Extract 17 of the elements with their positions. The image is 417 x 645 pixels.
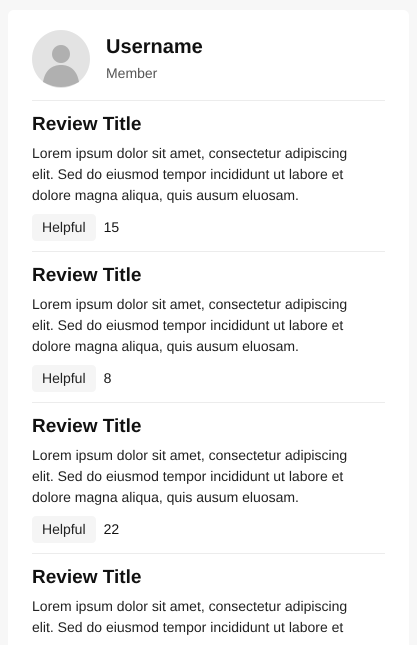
review-title: Review Title (32, 264, 142, 288)
helpful-count: 15 (104, 218, 120, 237)
helpful-button[interactable]: Helpful (32, 365, 96, 392)
username: Username (106, 35, 203, 60)
review-title: Review Title (32, 113, 142, 137)
helpful-count: 22 (104, 520, 120, 539)
review-text: Lorem ipsum dolor sit amet, consectetur adipiscing elit. Sed do eiusmod tempor incididunt ut labore et dolore magna aliqua, quis ausum eluosam. (32, 446, 348, 507)
review-title: Review Title (32, 566, 142, 590)
review-text: Lorem ipsum dolor sit amet, consectetur adipiscing elit. Sed do eiusmod tempor incididunt ut labore et dolore magna aliqua, quis ausum eluosam. (32, 295, 348, 356)
review-title: Review Title (32, 415, 142, 439)
review-text: Lorem ipsum dolor sit amet, consectetur adipiscing elit. Sed do eiusmod tempor incididunt ut labore et dolore magna aliqua, quis ausum eluosam. (32, 144, 348, 205)
avatar-icon (32, 30, 90, 88)
helpful-button[interactable]: Helpful (32, 516, 96, 543)
review-text: Lorem ipsum dolor sit amet, consectetur adipiscing elit. Sed do eiusmod tempor incididunt ut labore et (32, 597, 348, 637)
member-role: Member (106, 64, 158, 83)
helpful-button[interactable]: Helpful (32, 214, 96, 241)
helpful-count: 8 (104, 369, 112, 388)
